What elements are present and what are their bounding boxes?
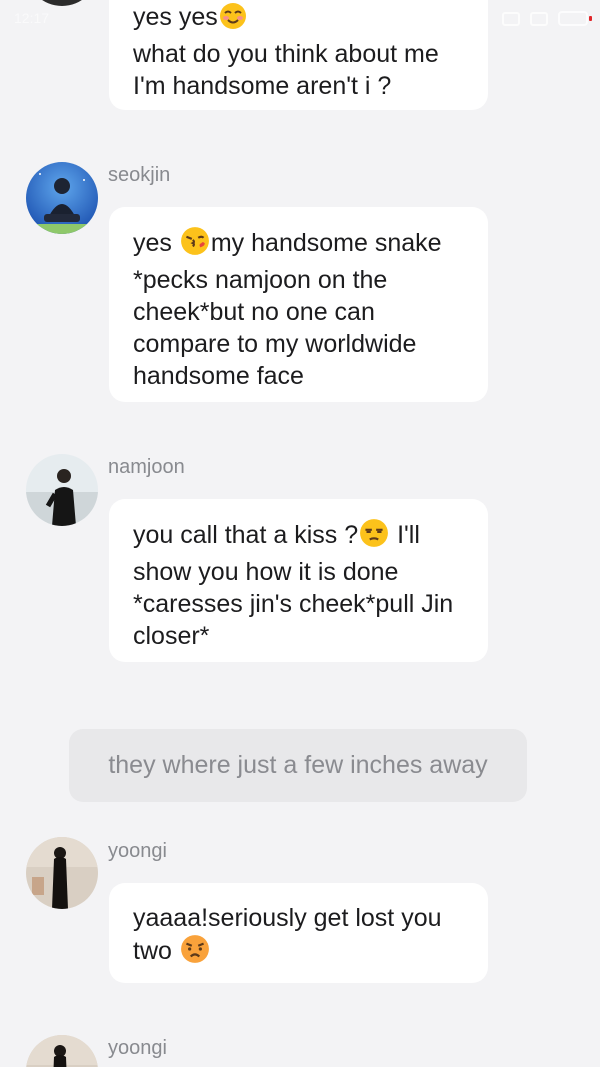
avatar[interactable] (26, 0, 98, 6)
message-bubble[interactable]: yaaaa!seriously get lost you two (109, 883, 488, 983)
avatar-yoongi[interactable] (26, 1035, 98, 1067)
pouting-face-icon (180, 934, 210, 972)
face-blowing-kiss-icon (180, 226, 210, 264)
avatar-partial-icon (26, 0, 98, 6)
message-text: you call that a kiss ? I'll show you how… (133, 518, 468, 652)
namjoon-avatar-icon (26, 454, 98, 526)
status-icons (502, 11, 592, 26)
battery-icon (558, 11, 592, 26)
yoongi-avatar-icon (26, 1035, 98, 1067)
alarm-icon (502, 11, 520, 26)
message-bubble[interactable]: yes yes what do you think about me I'm h… (109, 0, 488, 110)
sim-icon (530, 11, 548, 26)
avatar-seokjin[interactable] (26, 162, 98, 234)
seokjin-avatar-icon (26, 162, 98, 234)
narration-text: they where just a few inches away (108, 751, 488, 779)
status-time: 12:17 (14, 10, 50, 26)
sender-name: yoongi (108, 1037, 167, 1059)
sender-name: seokjin (108, 164, 171, 186)
yoongi-avatar-icon (26, 837, 98, 909)
message-text: yes my handsome snake *pecks namjoon on … (133, 226, 468, 392)
message-bubble[interactable]: you call that a kiss ? I'll show you how… (109, 499, 488, 662)
unamused-face-icon (359, 518, 389, 556)
message-text: yaaaa!seriously get lost you two (133, 902, 468, 972)
smiling-face-icon (219, 2, 247, 38)
sender-name: namjoon (108, 456, 185, 478)
avatar-namjoon[interactable] (26, 454, 98, 526)
sender-name: yoongi (108, 840, 167, 862)
message-text: yes yes what do you think about me I'm h… (133, 2, 439, 100)
narration-bubble[interactable]: they where just a few inches away (69, 729, 527, 802)
avatar-yoongi[interactable] (26, 837, 98, 909)
chat-screen[interactable]: 12:17 yes yes what do you think about me… (0, 0, 600, 1067)
message-bubble[interactable]: yes my handsome snake *pecks namjoon on … (109, 207, 488, 402)
